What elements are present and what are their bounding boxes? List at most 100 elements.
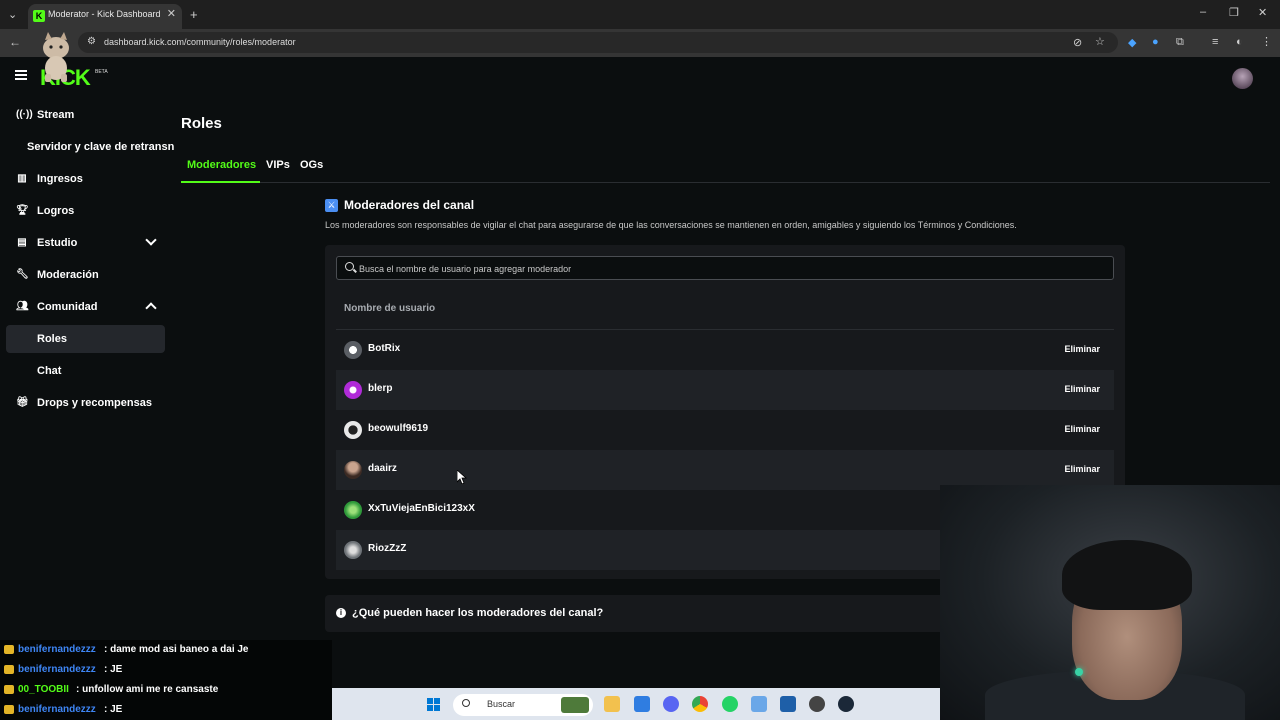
username: XxTuViejaEnBici123xX	[368, 503, 475, 514]
sidebar-item-stream[interactable]: ((·)) Stream	[6, 101, 165, 129]
tab-title: Moderator - Kick Dashboard	[48, 9, 161, 19]
search-input[interactable]	[359, 261, 1099, 276]
sidebar-item-server-key[interactable]: Servidor y clave de retransn	[6, 133, 174, 161]
sidebar-item-label: Comunidad	[37, 301, 98, 313]
file-explorer-icon[interactable]	[604, 696, 620, 712]
eye-off-icon[interactable]: ⊘	[1073, 36, 1082, 49]
extension-icon[interactable]: ●	[1152, 36, 1159, 48]
table-row: BotRix Eliminar	[336, 330, 1114, 370]
avatar	[344, 501, 362, 519]
remove-button[interactable]: Eliminar	[1064, 424, 1100, 434]
trophy-icon: 🏆︎	[16, 205, 29, 216]
url-field[interactable]: ⚙ dashboard.kick.com/community/roles/mod…	[78, 32, 1118, 53]
bookmark-star-icon[interactable]: ☆	[1095, 35, 1105, 48]
community-icon: 👥︎	[16, 301, 29, 312]
table-row: blerp Eliminar	[336, 370, 1114, 410]
remove-button[interactable]: Eliminar	[1064, 464, 1100, 474]
avatar	[344, 381, 362, 399]
chat-message: benifernandezzz : dame mod asi baneo a d…	[0, 640, 332, 660]
search-field[interactable]	[336, 256, 1114, 280]
table-row: beowulf9619 Eliminar	[336, 410, 1114, 450]
chat-text: : unfollow ami me re cansaste	[76, 684, 219, 695]
windows-taskbar: Buscar	[332, 688, 940, 720]
extensions-puzzle-icon[interactable]: ⧉	[1176, 36, 1184, 49]
obs-icon[interactable]	[809, 696, 825, 712]
search-icon	[345, 262, 354, 271]
tab-moderadores[interactable]: Moderadores	[187, 159, 256, 171]
sidebar-item-estudio[interactable]: ▤ Estudio	[6, 229, 165, 257]
headset-light	[1075, 668, 1083, 676]
user-avatar[interactable]	[1232, 68, 1253, 89]
sidebar-item-moderacion[interactable]: 🔧︎ Moderación	[6, 261, 165, 289]
section-title: Moderadores del canal	[344, 198, 475, 212]
sub-badge-icon	[4, 705, 14, 714]
active-tab-indicator	[181, 181, 260, 183]
sidebar-item-label: Logros	[37, 205, 75, 217]
discord-icon[interactable]	[663, 696, 679, 712]
sidebar-item-roles[interactable]: Roles	[6, 325, 165, 353]
close-tab-icon[interactable]: ✕	[167, 7, 176, 20]
site-info-icon[interactable]: ⚙	[87, 36, 96, 47]
taskbar-search-label: Buscar	[487, 699, 516, 709]
browser-tab[interactable]: K Moderator - Kick Dashboard ✕	[28, 4, 182, 29]
whatsapp-icon[interactable]	[722, 696, 738, 712]
sub-badge-icon	[4, 665, 14, 674]
notes-icon[interactable]	[634, 696, 650, 712]
chat-message: 00_TOOBII : unfollow ami me re cansaste	[0, 680, 332, 700]
tab-vips[interactable]: VIPs	[266, 159, 290, 171]
cat-sticker	[43, 32, 69, 82]
profile-icon[interactable]: ◐	[1236, 36, 1243, 48]
chat-username: benifernandezzz	[18, 704, 96, 715]
sidebar-item-ingresos[interactable]: ▥ Ingresos	[6, 165, 165, 193]
username: blerp	[368, 383, 393, 394]
extension-icon[interactable]: ◆	[1128, 36, 1136, 49]
username: beowulf9619	[368, 423, 429, 434]
chat-message: benifernandezzz : JE	[0, 660, 332, 680]
top-bar: KICK BETA	[0, 57, 1280, 101]
sidebar-item-label: Servidor y clave de retransn	[27, 141, 175, 153]
windows-start-icon[interactable]	[427, 698, 441, 712]
sidebar-item-logros[interactable]: 🏆︎ Logros	[6, 197, 165, 225]
page-title: Roles	[181, 115, 222, 132]
sidebar-item-label: Stream	[37, 109, 75, 121]
menu-icon[interactable]: ⋮	[1261, 35, 1272, 48]
tab-search-icon[interactable]: ⌄	[8, 8, 17, 21]
chat-text: : JE	[104, 704, 123, 715]
faq-question: ¿Qué pueden hacer los moderadores del ca…	[352, 607, 604, 619]
sword-icon: ⚔	[325, 199, 338, 212]
sidebar-item-comunidad[interactable]: 👥︎ Comunidad	[6, 293, 165, 321]
remove-button[interactable]: Eliminar	[1064, 344, 1100, 354]
sidebar-item-chat[interactable]: Chat	[6, 357, 165, 385]
minimize-icon[interactable]: –	[1200, 6, 1206, 18]
taskbar-search[interactable]: Buscar	[453, 694, 593, 716]
avatar	[344, 421, 362, 439]
roles-tabs: Moderadores VIPs OGs	[181, 153, 1270, 183]
app-icon[interactable]	[751, 696, 767, 712]
chat-message: benifernandezzz : JE	[0, 700, 332, 720]
column-header-username: Nombre de usuario	[344, 303, 436, 314]
hamburger-menu-icon[interactable]	[15, 70, 27, 80]
chrome-icon[interactable]	[692, 696, 708, 712]
store-icon[interactable]	[780, 696, 796, 712]
chart-icon: ▥	[17, 173, 27, 184]
mouse-cursor-icon	[457, 470, 467, 484]
stream-chat-overlay: benifernandezzz : dame mod asi baneo a d…	[0, 640, 332, 720]
tab-ogs[interactable]: OGs	[300, 159, 323, 171]
sidebar-item-label: Chat	[37, 365, 62, 377]
back-icon[interactable]: ←	[9, 35, 21, 49]
new-tab-icon[interactable]: +	[190, 7, 198, 22]
avatar	[344, 341, 362, 359]
media-icon[interactable]: ≡	[1212, 36, 1218, 48]
avatar	[344, 541, 362, 559]
beta-badge: BETA	[95, 69, 108, 75]
search-icon	[462, 699, 470, 707]
table-row: daairz Eliminar	[336, 450, 1114, 490]
steam-icon[interactable]	[838, 696, 854, 712]
close-window-icon[interactable]: ✕	[1258, 6, 1267, 19]
info-icon: i	[336, 608, 346, 618]
maximize-icon[interactable]: ❐	[1229, 6, 1239, 19]
remove-button[interactable]: Eliminar	[1064, 384, 1100, 394]
sidebar-item-drops[interactable]: 🎁︎ Drops y recompensas	[6, 389, 165, 417]
sidebar-item-label: Roles	[37, 333, 67, 345]
avatar	[344, 461, 362, 479]
